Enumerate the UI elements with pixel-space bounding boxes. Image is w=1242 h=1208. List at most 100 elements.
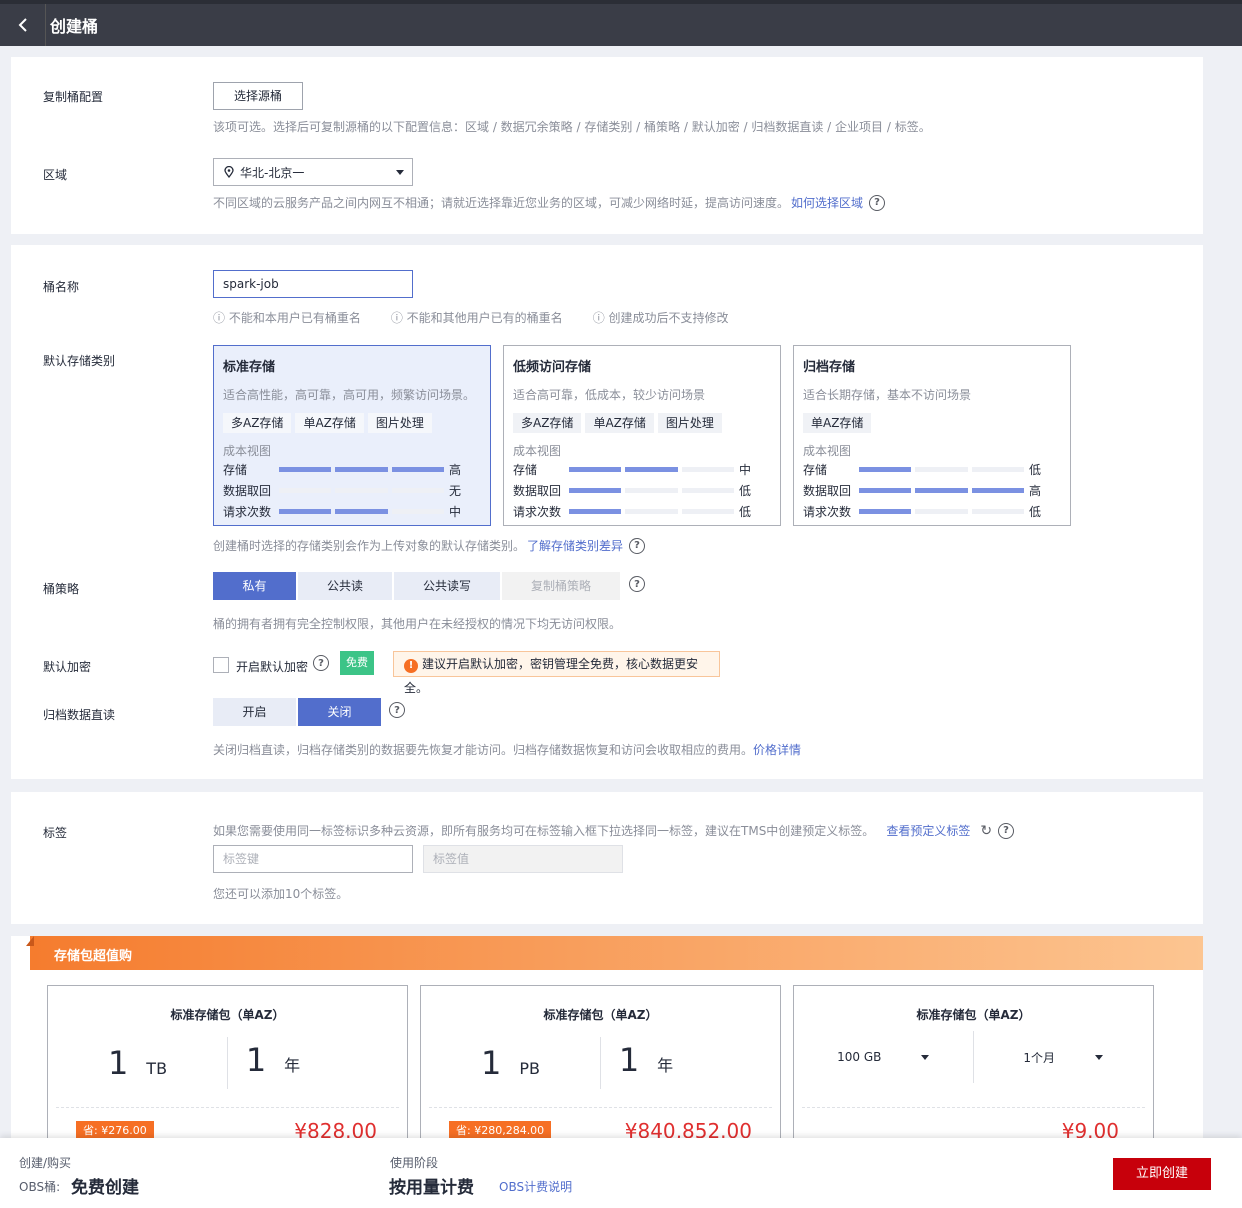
tag-value-input[interactable]: 标签值 xyxy=(423,845,623,873)
page-title: 创建桶 xyxy=(50,17,99,36)
cost-level: 低 xyxy=(1029,505,1042,519)
storage-hint: 创建桶时选择的存储类别会作为上传对象的默认存储类别。 了解存储类别差异 ? xyxy=(213,537,646,554)
help-icon[interactable]: ? xyxy=(869,194,886,211)
package-size-unit: PB xyxy=(519,1059,540,1078)
cost-level: 高 xyxy=(449,463,462,477)
banner-title: 存储包超值购 xyxy=(54,949,133,964)
policy-public-read-write-button[interactable]: 公共读写 xyxy=(394,572,500,600)
help-icon[interactable]: ? xyxy=(998,822,1015,839)
package-card[interactable]: 标准存储包（单AZ） 1 TB 1年 省: ¥276.00 ¥828.00 xyxy=(47,985,408,1155)
cost-bar-segment xyxy=(335,509,388,514)
policy-copy-button[interactable]: 复制桶策略 xyxy=(502,572,620,600)
cost-bars xyxy=(859,509,1024,514)
encryption-checkbox[interactable] xyxy=(213,657,229,673)
help-icon[interactable]: ? xyxy=(389,702,405,718)
select-source-bucket-button[interactable]: 选择源桶 xyxy=(213,82,303,110)
storage-tag: 单AZ存储 xyxy=(585,413,654,433)
cost-level: 低 xyxy=(1029,463,1042,477)
bucket-name-label: 桶名称 xyxy=(43,280,80,294)
region-hint: 不同区域的云服务产品之间内网互不相通；请就近选择靠近您业务的区域，可减少网络时延… xyxy=(213,194,886,211)
storage-tag: 多AZ存储 xyxy=(223,413,292,433)
predefined-tags-link[interactable]: 查看预定义标签 xyxy=(886,822,970,839)
package-size: 1 xyxy=(107,1044,129,1082)
tag-key-input[interactable]: 标签键 xyxy=(213,845,413,873)
archive-on-button[interactable]: 开启 xyxy=(213,698,296,726)
cost-level: 高 xyxy=(1029,484,1042,498)
storage-diff-link[interactable]: 了解存储类别差异 xyxy=(527,537,623,554)
cost-bars xyxy=(569,509,734,514)
back-button[interactable] xyxy=(0,4,46,46)
cost-level: 中 xyxy=(739,463,752,477)
help-icon[interactable]: ? xyxy=(313,655,329,671)
cost-bar-segment xyxy=(971,509,1024,514)
refresh-icon[interactable]: ↻ xyxy=(980,823,992,839)
package-title: 标准存储包（单AZ） xyxy=(543,1008,658,1022)
create-now-button[interactable]: 立即创建 xyxy=(1113,1158,1211,1190)
package-card[interactable]: 标准存储包（单AZ） 1 PB 1年 省: ¥280,284.00 ¥840,85… xyxy=(420,985,781,1155)
cost-bar-segment xyxy=(335,467,388,472)
help-icon[interactable]: ? xyxy=(629,576,645,592)
policy-label: 桶策略 xyxy=(43,582,80,596)
storage-tag: 多AZ存储 xyxy=(513,413,582,433)
archive-hint: 关闭归档直读，归档存储类别的数据要先恢复才能访问。归档存储数据恢复和访问会收取相… xyxy=(213,743,802,757)
archive-off-button[interactable]: 关闭 xyxy=(298,698,381,726)
storage-class-card-infrequent[interactable]: 低频访问存储 适合高可靠，低成本，较少访问场景 多AZ存储 单AZ存储 图片处理 成本视图… xyxy=(503,345,781,526)
storage-class-card-standard[interactable]: 标准存储 适合高性能，高可靠，高可用，频繁访问场景。 多AZ存储 单AZ存储 图片处理成… xyxy=(213,345,491,526)
cost-bar-segment xyxy=(391,488,444,493)
tags-label: 标签 xyxy=(43,826,68,840)
storage-class-desc: 适合高性能，高可靠，高可用，频繁访问场景。 xyxy=(223,388,476,402)
cost-bar-segment xyxy=(859,488,912,493)
storage-tag: 单AZ存储 xyxy=(803,413,872,433)
obs-label: OBS桶: xyxy=(19,1180,61,1194)
encryption-checkbox-label[interactable]: 开启默认加密 xyxy=(236,658,308,675)
package-duration: 1 xyxy=(618,1040,640,1079)
cost-row-label: 请求次数 xyxy=(223,505,272,519)
bucket-name-input[interactable]: spark-job xyxy=(213,270,413,298)
cost-row: 请求次数 低 xyxy=(803,501,1061,522)
cost-row: 请求次数 低 xyxy=(513,501,771,522)
cost-bar-segment xyxy=(391,509,444,514)
policy-private-button[interactable]: 私有 xyxy=(213,572,296,600)
policy-hint: 桶的拥有者拥有完全控制权限，其他用户在未经授权的情况下均无访问权限。 xyxy=(213,617,622,631)
cost-bar-segment xyxy=(625,509,678,514)
region-select[interactable]: 华北-北京一 xyxy=(213,158,413,186)
cost-row: 数据取回 低 xyxy=(513,480,771,501)
pay-mode: 按用量计费 xyxy=(389,1178,474,1198)
cost-row: 存储 中 xyxy=(513,459,771,480)
billing-link[interactable]: OBS计费说明 xyxy=(499,1178,572,1195)
free-create: 免费创建 xyxy=(71,1178,139,1198)
cost-bar-segment xyxy=(335,488,388,493)
cost-bar-segment xyxy=(569,488,622,493)
region-label: 区域 xyxy=(43,168,68,182)
cost-view-label: 成本视图 xyxy=(513,444,562,458)
price-detail-link[interactable]: 价格详情 xyxy=(753,743,801,757)
cost-row-label: 数据取回 xyxy=(223,484,272,498)
package-card[interactable]: 标准存储包（单AZ） 100 GB 1个月 ¥9.00 xyxy=(793,985,1154,1155)
cost-bar-segment xyxy=(391,467,444,472)
cost-level: 低 xyxy=(739,484,752,498)
storage-class-card-archive[interactable]: 归档存储 适合长期存储，基本不访问场景 单AZ存储 成本视图 存储低数据取回高请求次数低 xyxy=(793,345,1071,526)
policy-public-read-button[interactable]: 公共读 xyxy=(298,572,392,600)
storage-class-label: 默认存储类别 xyxy=(43,354,116,368)
bucket-name-rules: ⓘ 不能和本用户已有桶重名 ⓘ 不能和其他用户已有的桶重名 ⓘ 创建成功后不支持… xyxy=(213,309,729,326)
cost-bars xyxy=(569,488,734,493)
cost-row: 数据取回 高 xyxy=(803,480,1061,501)
help-icon[interactable]: ? xyxy=(629,537,646,554)
package-duration-select[interactable]: 1个月 xyxy=(974,1031,1154,1083)
cost-bar-segment xyxy=(915,488,968,493)
encryption-warning: ! 建议开启默认加密，密钥管理全免费，核心数据更安全。 xyxy=(393,651,720,695)
region-help-link[interactable]: 如何选择区域 xyxy=(791,194,863,211)
cost-bar-segment xyxy=(915,467,968,472)
archive-read-label: 归档数据直读 xyxy=(43,708,116,722)
cost-row-label: 请求次数 xyxy=(513,505,562,519)
chevron-down-icon xyxy=(1095,1054,1104,1060)
cost-row-label: 数据取回 xyxy=(513,484,562,498)
package-size-select[interactable]: 100 GB xyxy=(794,1031,974,1083)
cost-row: 请求次数 中 xyxy=(223,501,481,522)
package-duration: 1 xyxy=(245,1040,267,1079)
cost-row: 存储 高 xyxy=(223,459,481,480)
package-title: 标准存储包（单AZ） xyxy=(916,1008,1031,1022)
chevron-down-icon xyxy=(396,169,404,175)
cost-bars xyxy=(279,488,444,493)
cost-bars xyxy=(279,509,444,514)
